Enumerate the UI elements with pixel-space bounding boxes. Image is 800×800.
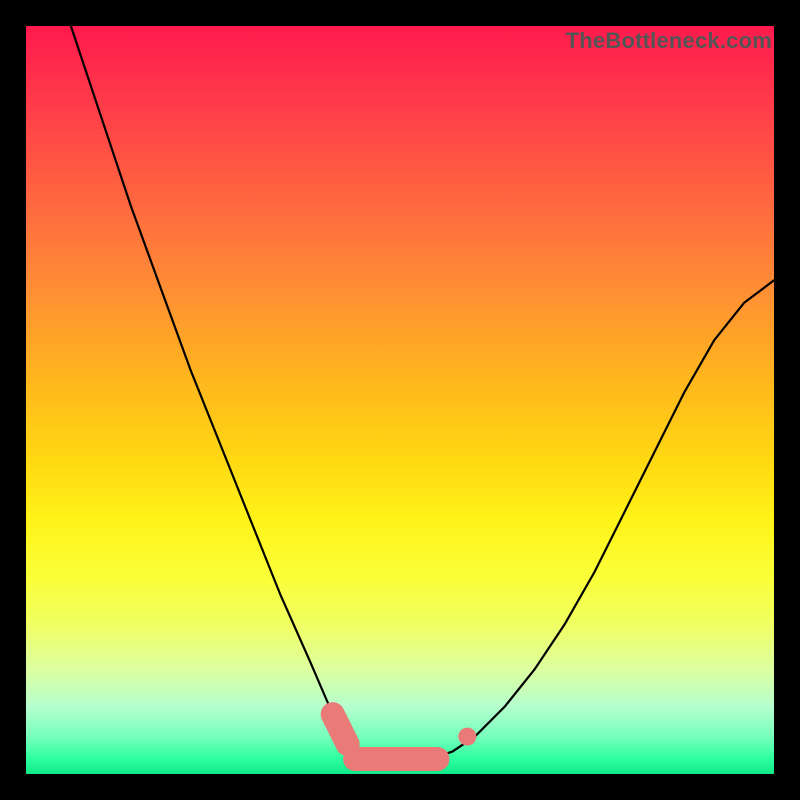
marker-capsule [333, 714, 348, 744]
chart-frame: TheBottleneck.com [0, 0, 800, 800]
bottleneck-curve [71, 26, 774, 759]
chart-svg [26, 26, 774, 774]
markers-group [333, 714, 477, 759]
watermark-text: TheBottleneck.com [566, 28, 772, 54]
marker-dot [458, 728, 476, 746]
